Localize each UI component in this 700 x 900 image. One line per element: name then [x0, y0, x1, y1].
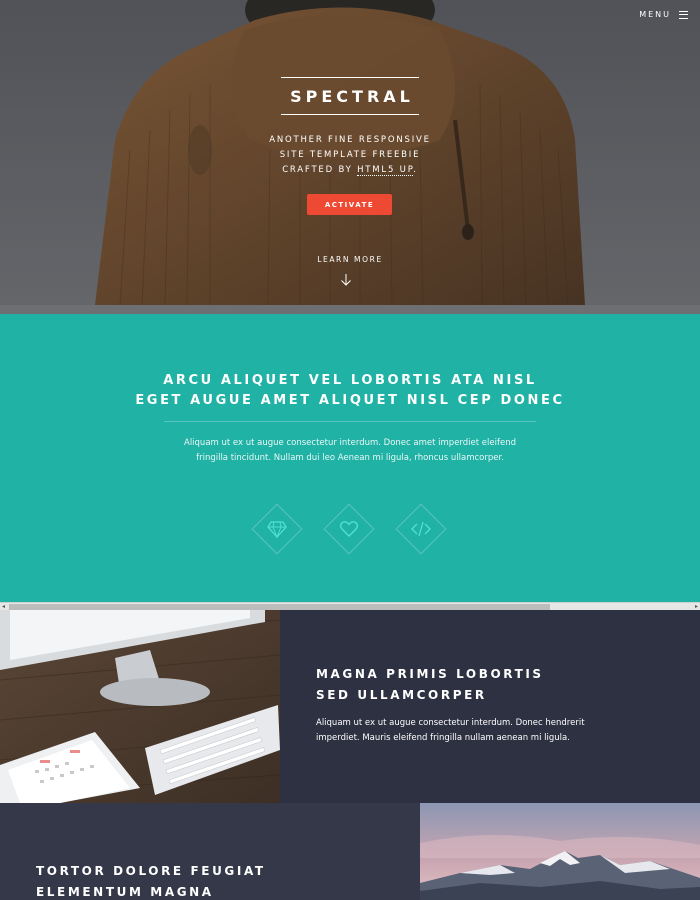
learn-more-link[interactable]: LEARN MORE: [300, 255, 400, 264]
spotlight-1-heading-line-2: SED ULLAMCORPER: [316, 688, 487, 702]
section-one-rule: [164, 421, 536, 422]
banner: MENU SPECTRAL ANOTHER FINE RESPONSIVE SI…: [0, 0, 700, 305]
spotlight-2-heading: TORTOR DOLORE FEUGIAT ELEMENTUM MAGNA: [36, 861, 396, 900]
section-one-text: Aliquam ut ex ut augue consectetur inter…: [130, 436, 570, 466]
spotlight-2-heading-line-1: TORTOR DOLORE FEUGIAT: [36, 864, 266, 878]
spotlight-2-heading-line-2: ELEMENTUM MAGNA: [36, 885, 214, 899]
tagline-line-3: CRAFTED BY HTML5 UP.: [230, 163, 470, 178]
text-line-1: Aliquam ut ex ut augue consectetur inter…: [184, 438, 516, 448]
heading-line-2: EGET AUGUE AMET ALIQUET NISL CEP DONEC: [135, 393, 565, 408]
feature-diamond-1: [251, 503, 303, 555]
spotlight-1-heading: MAGNA PRIMIS LOBORTIS SED ULLAMCORPER: [316, 664, 656, 706]
feature-diamond-3: [395, 503, 447, 555]
tagline-line-2: SITE TEMPLATE FREEBIE: [279, 150, 421, 160]
site-title-frame: SPECTRAL: [281, 77, 419, 115]
html5up-link[interactable]: HTML5 UP: [357, 165, 414, 176]
diamond-icon: [267, 521, 287, 539]
tagline-suffix: .: [413, 165, 418, 175]
spotlight-1-text-line-1: Aliquam ut ex ut augue consectetur inter…: [316, 718, 585, 728]
arrow-down-icon[interactable]: [339, 273, 353, 287]
menu-label: MENU: [639, 10, 671, 19]
menu-button[interactable]: MENU: [639, 10, 688, 19]
hamburger-icon: [679, 10, 688, 19]
section-one: ARCU ALIQUET VEL LOBORTIS ATA NISL EGET …: [0, 314, 700, 602]
text-line-2: fringilla tincidunt. Nullam dui leo Aene…: [196, 453, 504, 463]
spotlight-1-heading-line-1: MAGNA PRIMIS LOBORTIS: [316, 667, 544, 681]
horizontal-scrollbar[interactable]: ◂ ▸: [0, 602, 700, 610]
code-icon: [411, 521, 431, 537]
heart-icon: [339, 521, 359, 537]
section-one-heading: ARCU ALIQUET VEL LOBORTIS ATA NISL EGET …: [100, 371, 600, 411]
spotlight-1-image-desk: [0, 610, 280, 803]
tagline-prefix: CRAFTED BY: [282, 165, 358, 175]
tagline-line-1: ANOTHER FINE RESPONSIVE: [269, 135, 431, 145]
spotlight-1-text: Aliquam ut ex ut augue consectetur inter…: [316, 716, 646, 746]
spotlight-1-text-line-2: imperdiet. Mauris eleifend fringilla nul…: [316, 733, 570, 743]
site-title: SPECTRAL: [290, 86, 414, 106]
section-divider-band: [0, 305, 700, 314]
banner-tagline: ANOTHER FINE RESPONSIVE SITE TEMPLATE FR…: [230, 133, 470, 178]
feature-diamond-2: [323, 503, 375, 555]
activate-button[interactable]: ACTIVATE: [307, 194, 392, 215]
spotlight-1: MAGNA PRIMIS LOBORTIS SED ULLAMCORPER Al…: [0, 610, 700, 803]
heading-line-1: ARCU ALIQUET VEL LOBORTIS ATA NISL: [163, 373, 537, 388]
spotlight-2: TORTOR DOLORE FEUGIAT ELEMENTUM MAGNA: [0, 803, 700, 900]
spotlight-2-image-mountains: [420, 803, 700, 900]
